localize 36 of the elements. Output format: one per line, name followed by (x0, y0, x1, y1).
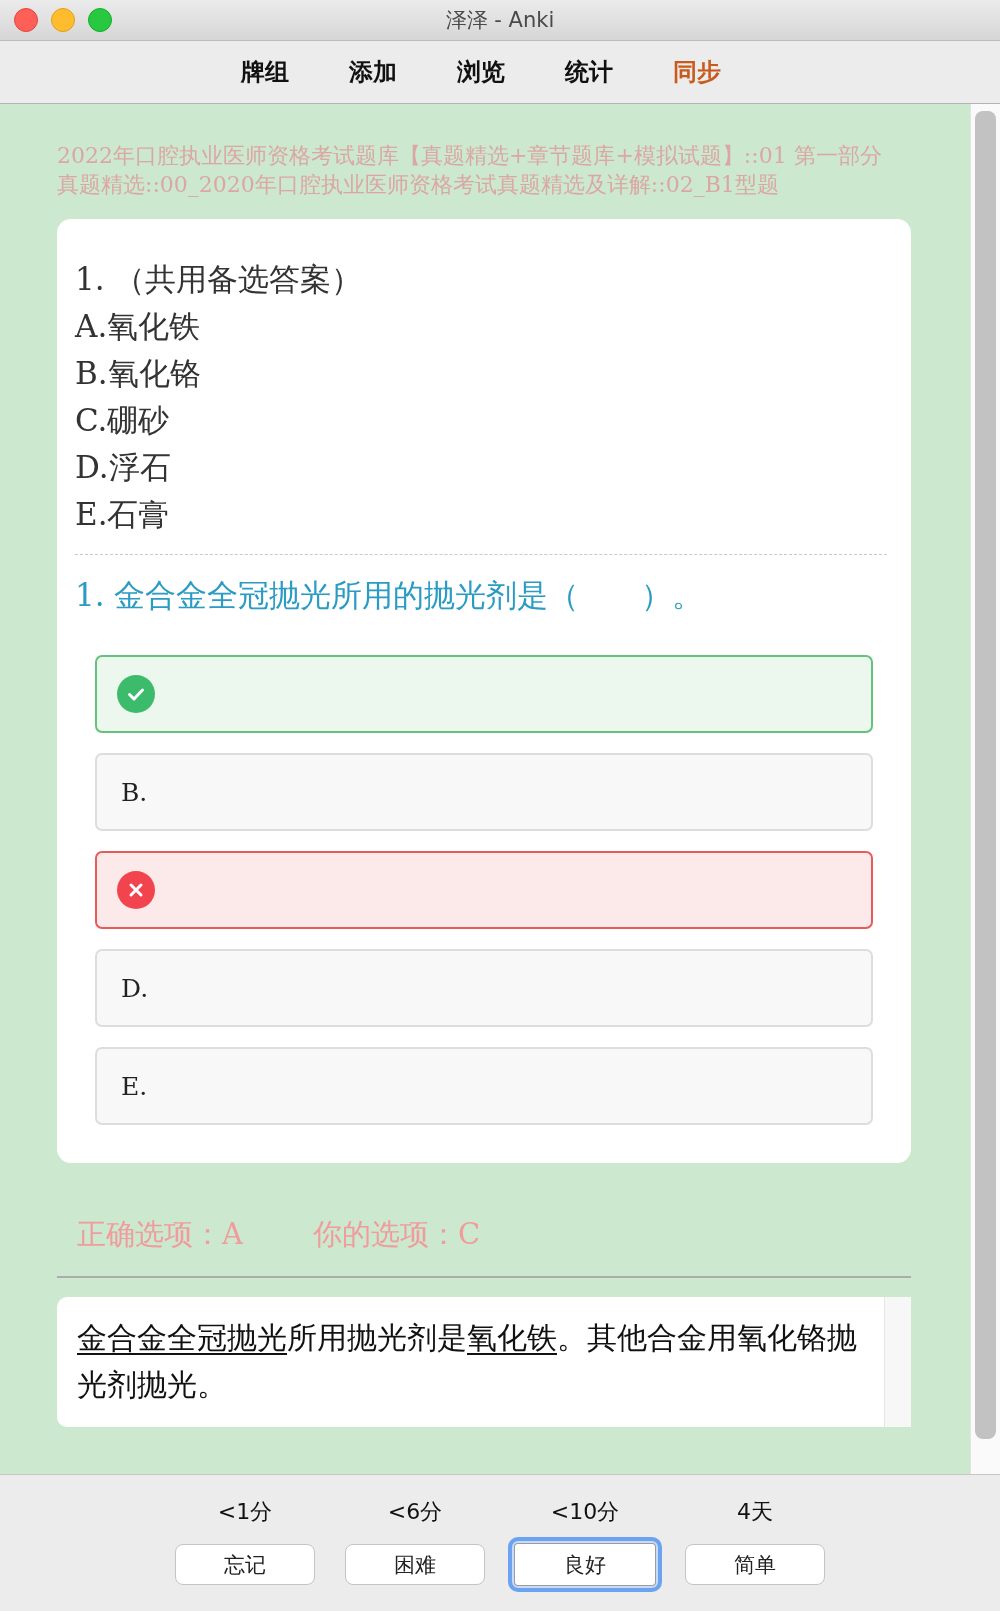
toolbar-link[interactable]: 浏览 (457, 56, 505, 88)
interval-label: 4天 (737, 1498, 773, 1526)
answer-option[interactable] (95, 851, 873, 929)
toolbar-link[interactable]: 统计 (565, 56, 613, 88)
toolbar-link[interactable]: 同步 (673, 56, 721, 88)
choice-text: A.氧化铁 (75, 307, 202, 346)
interval-label: <1分 (217, 1498, 273, 1526)
ease-button[interactable]: 困难 (345, 1544, 485, 1585)
answer-option[interactable]: E. (95, 1047, 873, 1125)
ease-button[interactable]: 简单 (685, 1544, 825, 1585)
scrollbar-thumb[interactable] (975, 111, 996, 1439)
question-text: 1. 金合金全冠抛光所用的抛光剂是（ ）。 (75, 576, 705, 615)
explanation-text: 金合金全冠抛光所用抛光剂是氧化铁。其他合金用氧化铬抛光剂抛光。 (76, 1319, 858, 1404)
interval-label: <6分 (387, 1498, 443, 1526)
window-title: 泽泽 - Anki (445, 7, 555, 34)
minimize-button[interactable] (51, 8, 75, 32)
your-answer-text: 你的选项：C (312, 1216, 481, 1253)
check-circle-icon (117, 675, 155, 713)
answer-option[interactable]: D. (95, 949, 873, 1027)
deck-path: 2022年口腔执业医师资格考试题库【真题精选+章节题库+模拟试题】::01 第一部分真题精选::00_2020年口腔执业医师资格考试真题精选及详解::02_B1型题 (57, 142, 883, 199)
interval-label: <10分 (550, 1498, 620, 1526)
answer-option[interactable]: B. (95, 753, 873, 831)
question-heading: 1. （共用备选答案） (75, 260, 364, 299)
toolbar-link[interactable]: 牌组 (241, 56, 289, 88)
choice-text: D.浮石 (75, 448, 172, 487)
answer-option[interactable] (95, 655, 873, 733)
choice-text: C.硼砂 (75, 401, 171, 440)
close-button[interactable] (14, 8, 38, 32)
choice-text: B.氧化铬 (75, 354, 202, 393)
choice-text: E.石膏 (75, 495, 171, 534)
cross-circle-icon (117, 871, 155, 909)
correct-answer-text: 正确选项：A (77, 1216, 243, 1253)
ease-button[interactable]: 良好 (508, 1537, 662, 1592)
ease-button[interactable]: 忘记 (175, 1544, 315, 1585)
zoom-button[interactable] (88, 8, 112, 32)
toolbar-link[interactable]: 添加 (349, 56, 397, 88)
